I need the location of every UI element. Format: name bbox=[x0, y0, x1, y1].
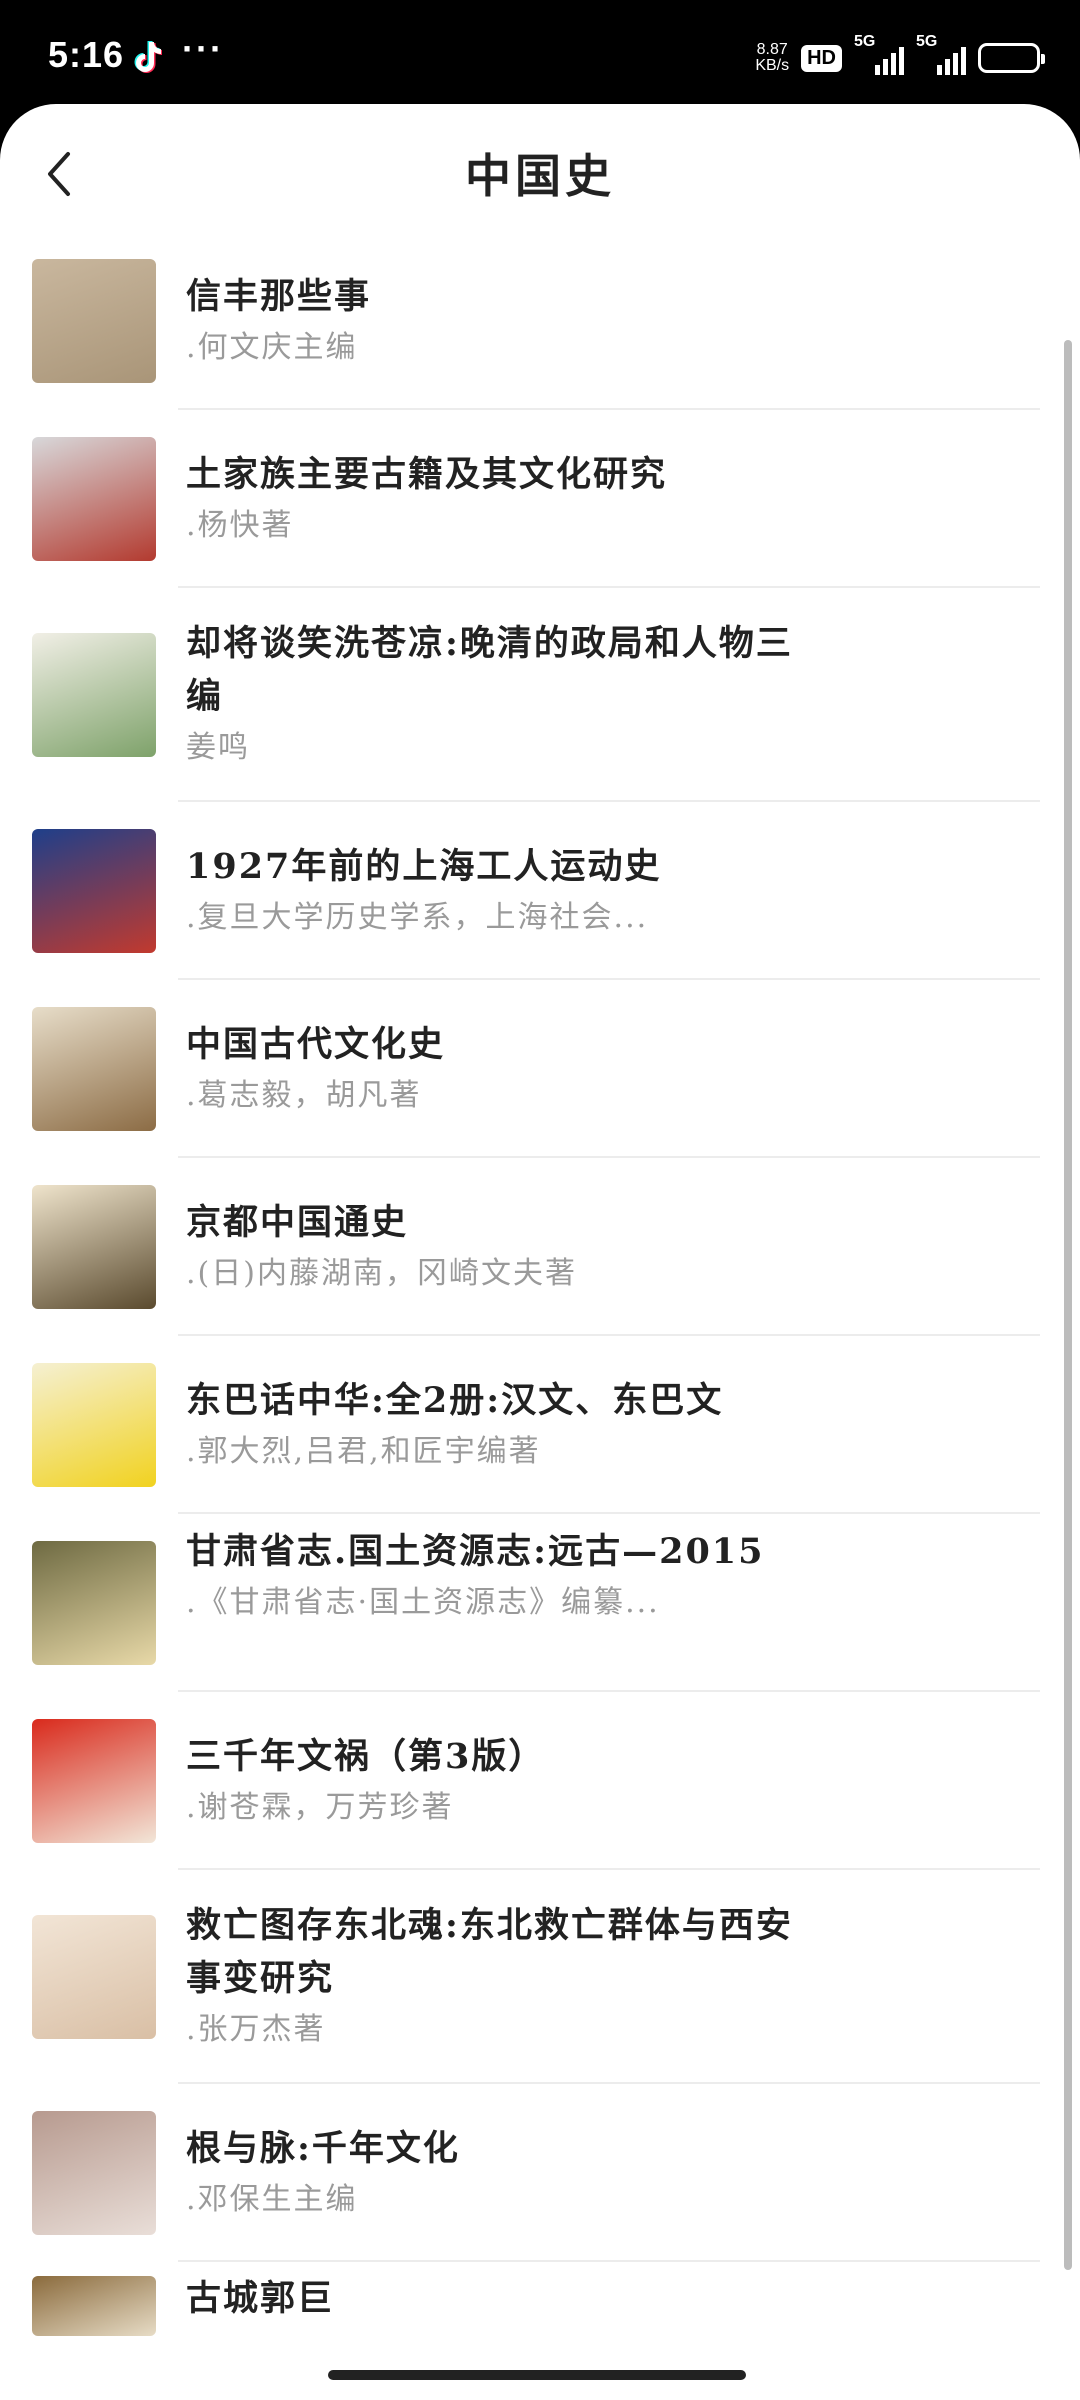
network-speed: 8.87 KB/s bbox=[755, 41, 790, 74]
book-author: .邓保生主编 bbox=[186, 2181, 358, 2217]
book-title: 古城郭巨 bbox=[186, 2278, 335, 2319]
list-item[interactable]: 根与脉:千年文化 .邓保生主编 bbox=[0, 2084, 1080, 2262]
list-item[interactable]: 东巴话中华:全2册:汉文、东巴文 .郭大烈,吕君,和匠宇编著 bbox=[0, 1336, 1080, 1514]
list-item[interactable]: 救亡图存东北魂:东北救亡群体与西安事变研究 .张万杰著 bbox=[0, 1870, 1080, 2084]
home-indicator[interactable] bbox=[328, 2370, 746, 2380]
book-info: 甘肃省志.国土资源志:远古—2015 .《甘肃省志·国土资源志》编纂... bbox=[186, 1525, 1040, 1628]
book-cover-image bbox=[32, 829, 156, 953]
list-item[interactable]: 古城郭巨 bbox=[0, 2262, 1080, 2372]
book-info: 信丰那些事 .何文庆主编 bbox=[186, 270, 1040, 373]
book-title: 东巴话中华:全2册:汉文、东巴文 bbox=[186, 1379, 724, 1421]
book-info: 三千年文祸（第3版） .谢苍霖，万芳珍著 bbox=[186, 1730, 1040, 1833]
book-title: 信丰那些事 bbox=[186, 275, 372, 317]
book-author: .张万杰著 bbox=[186, 2012, 326, 2047]
book-cover-image bbox=[32, 1915, 156, 2039]
list-item[interactable]: 中国古代文化史 .葛志毅，胡凡著 bbox=[0, 980, 1080, 1158]
book-title: 土家族主要古籍及其文化研究 bbox=[186, 453, 668, 495]
book-info: 救亡图存东北魂:东北救亡群体与西安事变研究 .张万杰著 bbox=[186, 1899, 1040, 2055]
book-author: .《甘肃省志·国土资源志》编纂... bbox=[186, 1585, 660, 1620]
book-cover-image bbox=[32, 633, 156, 757]
book-title: 根与脉:千年文化 bbox=[186, 2127, 460, 2169]
book-title: 救亡图存东北魂:东北救亡群体与西安事变研究 bbox=[186, 1905, 793, 1999]
book-author: .谢苍霖，万芳珍著 bbox=[186, 1789, 454, 1825]
list-item[interactable]: 土家族主要古籍及其文化研究 .杨快著 bbox=[0, 410, 1080, 588]
book-author: .郭大烈,吕君,和匠宇编著 bbox=[186, 1433, 541, 1469]
book-cover-image bbox=[32, 437, 156, 561]
book-info: 中国古代文化史 .葛志毅，胡凡著 bbox=[186, 1018, 1040, 1121]
book-cover-image bbox=[32, 2276, 156, 2336]
book-title: 三千年文祸（第3版） bbox=[186, 1735, 546, 1777]
book-cover-image bbox=[32, 1363, 156, 1487]
book-title: 却将谈笑洗苍凉:晚清的政局和人物三编 bbox=[186, 623, 793, 717]
status-time: 5:16 bbox=[48, 34, 125, 75]
scrollbar[interactable] bbox=[1064, 340, 1072, 2270]
book-title: 甘肃省志.国土资源志:远古—2015 bbox=[186, 1531, 765, 1572]
book-author: .杨快著 bbox=[186, 507, 294, 543]
book-info: 古城郭巨 bbox=[186, 2272, 1040, 2325]
book-author: .何文庆主编 bbox=[186, 329, 358, 365]
book-title: 中国古代文化史 bbox=[186, 1023, 446, 1065]
page-title: 中国史 bbox=[465, 149, 615, 203]
status-bar: 5:16 ··· 8.87 KB/s HD 5G 5G bbox=[0, 0, 1080, 110]
book-cover-image bbox=[32, 2111, 156, 2235]
header: 中国史 bbox=[0, 104, 1080, 234]
book-cover-image bbox=[32, 1719, 156, 1843]
signal-sim1-icon: 5G bbox=[854, 33, 904, 75]
list-item[interactable]: 1927年前的上海工人运动史 .复旦大学历史学系，上海社会... bbox=[0, 802, 1080, 980]
list-item[interactable]: 信丰那些事 .何文庆主编 bbox=[0, 232, 1080, 410]
hd-voice-icon: HD bbox=[801, 44, 842, 72]
book-info: 根与脉:千年文化 .邓保生主编 bbox=[186, 2122, 1040, 2225]
battery-icon bbox=[978, 43, 1045, 73]
book-list: 信丰那些事 .何文庆主编土家族主要古籍及其文化研究 .杨快著却将谈笑洗苍凉:晚清的政… bbox=[0, 232, 1080, 2372]
book-title: 京都中国通史 bbox=[186, 1201, 409, 1243]
book-info: 1927年前的上海工人运动史 .复旦大学历史学系，上海社会... bbox=[186, 840, 1040, 943]
book-info: 京都中国通史 .(日)内藤湖南，冈崎文夫著 bbox=[186, 1196, 1040, 1299]
book-author: .复旦大学历史学系，上海社会... bbox=[186, 899, 649, 935]
book-cover-image bbox=[32, 1185, 156, 1309]
book-cover-image bbox=[32, 1541, 156, 1665]
more-notifications-icon: ··· bbox=[182, 28, 224, 69]
book-cover-image bbox=[32, 1007, 156, 1131]
page: 中国史 信丰那些事 .何文庆主编土家族主要古籍及其文化研究 .杨快著却将谈笑洗苍凉:… bbox=[0, 104, 1080, 2400]
list-item[interactable]: 京都中国通史 .(日)内藤湖南，冈崎文夫著 bbox=[0, 1158, 1080, 1336]
book-info: 却将谈笑洗苍凉:晚清的政局和人物三编姜鸣 bbox=[186, 617, 1040, 773]
book-cover-image bbox=[32, 259, 156, 383]
tiktok-icon bbox=[134, 41, 162, 73]
book-title: 1927年前的上海工人运动史 bbox=[186, 845, 662, 887]
signal-sim2-icon: 5G bbox=[916, 33, 966, 75]
book-info: 土家族主要古籍及其文化研究 .杨快著 bbox=[186, 448, 1040, 551]
book-author: 姜鸣 bbox=[186, 730, 250, 765]
book-author: .葛志毅，胡凡著 bbox=[186, 1077, 422, 1113]
status-icons: 8.87 KB/s HD 5G 5G bbox=[755, 33, 1045, 80]
list-item[interactable]: 三千年文祸（第3版） .谢苍霖，万芳珍著 bbox=[0, 1692, 1080, 1870]
list-item[interactable]: 却将谈笑洗苍凉:晚清的政局和人物三编姜鸣 bbox=[0, 588, 1080, 802]
book-author: .(日)内藤湖南，冈崎文夫著 bbox=[186, 1255, 577, 1291]
book-info: 东巴话中华:全2册:汉文、东巴文 .郭大烈,吕君,和匠宇编著 bbox=[186, 1374, 1040, 1477]
list-item[interactable]: 甘肃省志.国土资源志:远古—2015 .《甘肃省志·国土资源志》编纂... bbox=[0, 1514, 1080, 1692]
